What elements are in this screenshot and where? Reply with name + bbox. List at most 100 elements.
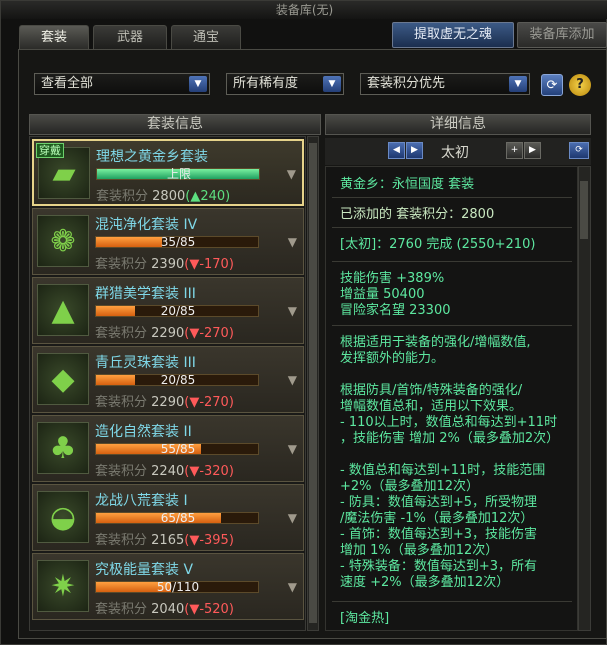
- detail-line: 速度 +2%（最多叠加12次）: [340, 575, 510, 590]
- detail-line: - 防具：数值每达到+5，所受物理: [340, 495, 537, 510]
- set-list-item[interactable]: ▲ 群猎美学套装 III 20/85 套装积分 2290(▼-270) ▼: [32, 277, 304, 344]
- tree-icon: ♣: [37, 422, 89, 474]
- set-score: 套装积分 2390(▼-170): [95, 253, 234, 272]
- divider: [332, 261, 572, 262]
- detail-line: [淘金热]: [340, 611, 390, 626]
- chevron-down-icon[interactable]: ▼: [288, 442, 297, 456]
- add-to-library-button[interactable]: 装备库添加: [517, 22, 607, 48]
- score-delta: (▲240): [185, 189, 231, 204]
- set-progress-bar: 35/85: [95, 235, 259, 249]
- set-progress-bar: 20/85: [95, 304, 259, 318]
- set-name: 龙战八荒套装 I: [95, 493, 188, 509]
- chevron-down-icon[interactable]: ▼: [288, 580, 297, 594]
- extract-soul-button[interactable]: 提取虚无之魂: [392, 22, 514, 48]
- detail-line: - 首饰：数值每达到+3，技能伤害: [340, 527, 537, 542]
- chevron-down-icon[interactable]: ▼: [288, 304, 297, 318]
- score-value: 2390: [151, 257, 185, 272]
- score-delta: (▼-395): [184, 533, 234, 548]
- score-delta: (▼-170): [184, 257, 234, 272]
- scroll-thumb[interactable]: [580, 181, 588, 239]
- divider: [332, 601, 572, 602]
- score-label: 套装积分: [96, 189, 149, 204]
- set-progress-bar: 55/85: [95, 442, 259, 456]
- set-progress-text: 上限: [166, 167, 191, 181]
- sunrise-icon: ◒: [37, 491, 89, 543]
- score-delta: (▼-270): [184, 326, 234, 341]
- set-list-scrollbar[interactable]: [307, 136, 319, 631]
- set-list-item[interactable]: ◒ 龙战八荒套装 I 65/85 套装积分 2165(▼-395) ▼: [32, 484, 304, 551]
- detail-line: - 110以上时，数值总和每达到+11时: [340, 415, 558, 430]
- detail-scrollbar[interactable]: [578, 166, 591, 631]
- chevron-down-icon[interactable]: ▼: [288, 373, 297, 387]
- tab-sets[interactable]: 套装: [19, 25, 89, 49]
- detail-line: 冒险家名望 23300: [340, 303, 451, 318]
- set-name: 群猎美学套装 III: [95, 286, 196, 302]
- burst-icon: ✷: [37, 560, 89, 612]
- set-name: 理想之黄金乡套装: [96, 149, 208, 165]
- set-name: 混沌净化套装 IV: [95, 217, 198, 233]
- set-name: 青丘灵珠套装 III: [95, 355, 196, 371]
- tab-weapons[interactable]: 武器: [93, 25, 167, 49]
- equipment-window: 装备库(无) 套装 武器 通宝 提取虚无之魂 装备库添加 查看全部 ▼ 所有稀有…: [0, 0, 607, 645]
- set-list-item[interactable]: ❁ 混沌净化套装 IV 35/85 套装积分 2390(▼-170) ▼: [32, 208, 304, 275]
- rarity-filter-select[interactable]: 所有稀有度 ▼: [226, 73, 344, 95]
- question-icon: ?: [576, 77, 584, 92]
- detail-nav: ◀ ▶ 太初 + ▶ ⟳: [325, 138, 591, 165]
- wolf-icon: ▲: [37, 284, 89, 336]
- fox-icon: ◆: [37, 353, 89, 405]
- set-list: ▰ 穿戴 理想之黄金乡套装 上限 套装积分 2800(▲240) ▼ ❁ 混沌净化套装 IV 3…: [29, 136, 306, 631]
- set-progress-text: 55/85: [160, 442, 196, 456]
- set-list-item[interactable]: ♣ 造化自然套装 II 55/85 套装积分 2240(▼-320) ▼: [32, 415, 304, 482]
- detail-line: 发挥额外的能力。: [340, 351, 445, 366]
- set-progress-text: 65/85: [160, 511, 196, 525]
- set-list-item[interactable]: ◆ 青丘灵珠套装 III 20/85 套装积分 2290(▼-270) ▼: [32, 346, 304, 413]
- score-delta: (▼-320): [184, 464, 234, 479]
- rarity-filter-value: 所有稀有度: [233, 76, 299, 91]
- prev-arrow-icon[interactable]: ◀: [388, 142, 405, 159]
- score-label: 套装积分: [95, 602, 148, 617]
- set-progress-bar: 50/110: [95, 580, 259, 594]
- refresh-icon[interactable]: ⟳: [569, 142, 589, 159]
- sort-value: 套装积分优先: [367, 76, 446, 91]
- set-list-item[interactable]: ✷ 究极能量套装 V 50/110 套装积分 2040(▼-520) ▼: [32, 553, 304, 620]
- sort-select[interactable]: 套装积分优先 ▼: [360, 73, 530, 95]
- score-label: 套装积分: [95, 395, 148, 410]
- detail-line: 黄金乡：永恒国度 套装: [340, 177, 475, 192]
- score-label: 套装积分: [95, 257, 148, 272]
- detail-line: 已添加的 套装积分：2800: [340, 207, 495, 222]
- scroll-thumb[interactable]: [309, 143, 317, 623]
- score-delta: (▼-520): [184, 602, 234, 617]
- detail-line: 增益量 50400: [340, 287, 425, 302]
- set-progress-bar: 65/85: [95, 511, 259, 525]
- refresh-button[interactable]: ⟳: [541, 74, 563, 96]
- set-info-header: 套装信息: [29, 114, 321, 135]
- tab-coins[interactable]: 通宝: [171, 25, 241, 49]
- plus-icon[interactable]: +: [506, 142, 523, 159]
- detail-line: 根据防具/首饰/特殊装备的强化/: [340, 383, 523, 398]
- score-value: 2040: [151, 602, 185, 617]
- chevron-down-icon[interactable]: ▼: [287, 167, 296, 181]
- set-name: 造化自然套装 II: [95, 424, 192, 440]
- next-arrow-icon[interactable]: ▶: [524, 142, 541, 159]
- tier-label: 太初: [441, 145, 469, 161]
- score-value: 2290: [151, 326, 185, 341]
- help-button[interactable]: ?: [569, 74, 591, 96]
- score-label: 套装积分: [95, 326, 148, 341]
- next-arrow-icon[interactable]: ▶: [406, 142, 423, 159]
- equipped-badge: 穿戴: [36, 143, 64, 158]
- detail-line: 技能伤害 +389%: [340, 271, 445, 286]
- score-value: 2165: [151, 533, 185, 548]
- set-list-item[interactable]: ▰ 穿戴 理想之黄金乡套装 上限 套装积分 2800(▲240) ▼: [32, 139, 304, 206]
- score-delta: (▼-270): [184, 395, 234, 410]
- chevron-down-icon: ▼: [189, 76, 207, 92]
- divider: [332, 325, 572, 326]
- chevron-down-icon[interactable]: ▼: [288, 511, 297, 525]
- view-filter-select[interactable]: 查看全部 ▼: [34, 73, 210, 95]
- chevron-down-icon[interactable]: ▼: [288, 235, 297, 249]
- score-value: 2290: [151, 395, 185, 410]
- detail-line: +2%（最多叠加12次）: [340, 479, 480, 494]
- set-score: 套装积分 2290(▼-270): [95, 322, 234, 341]
- detail-line: /魔法伤害 -1%（最多叠加12次）: [340, 511, 534, 526]
- set-progress-text: 20/85: [160, 304, 196, 318]
- detail-line: 增加 1%（最多叠加12次）: [340, 543, 499, 558]
